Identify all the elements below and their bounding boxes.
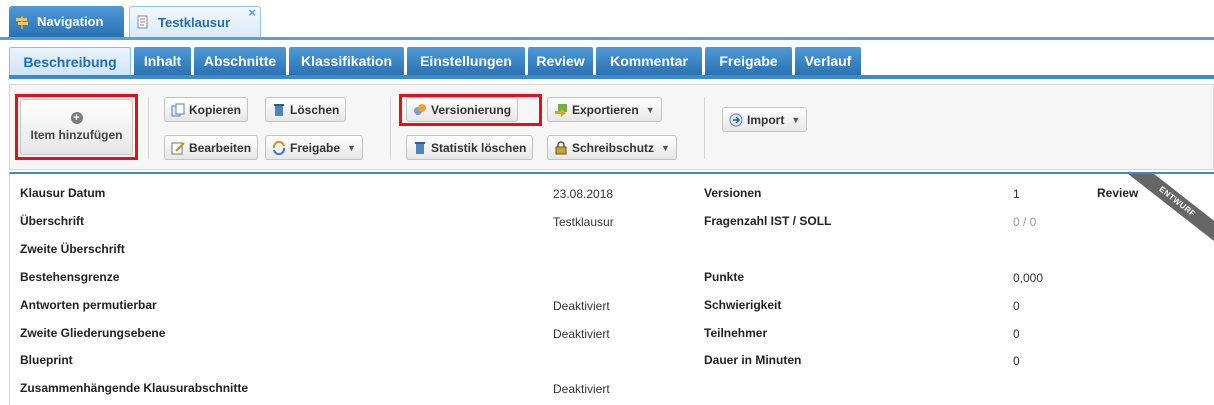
action-toolbar: + Item hinzufügen Kopieren Löschen Bearb… [9, 84, 1214, 170]
tab-beschreibung[interactable]: Beschreibung [9, 47, 131, 75]
detail-value: Deaktiviert [553, 382, 610, 396]
section-tab-bar: Beschreibung Inhalt Abschnitte Klassifik… [9, 47, 1214, 79]
release-dropdown[interactable]: Freigabe ▼ [265, 135, 363, 160]
refresh-icon [272, 140, 286, 155]
versioning-label: Versionierung [431, 102, 512, 117]
delete-statistics-button[interactable]: Statistik löschen [406, 135, 534, 160]
document-icon [136, 15, 150, 29]
chevron-down-icon: ▼ [645, 104, 655, 115]
versioning-icon [413, 103, 427, 117]
copy-icon [171, 103, 185, 117]
detail-value: 0 [1013, 299, 1020, 313]
chevron-down-icon: ▼ [791, 114, 801, 125]
delete-statistics-label: Statistik löschen [431, 140, 527, 155]
review-label: Review [1097, 186, 1139, 200]
detail-label: Versionen [704, 186, 762, 200]
tab-kommentar[interactable]: Kommentar [596, 47, 702, 75]
detail-label: Zweite Gliederungsebene [20, 326, 166, 340]
trash-icon [272, 103, 286, 117]
detail-value: 0,000 [1013, 271, 1044, 285]
tab-inhalt[interactable]: Inhalt [134, 47, 191, 75]
import-icon [729, 113, 743, 127]
edit-icon [171, 141, 185, 155]
write-protect-dropdown[interactable]: Schreibschutz ▼ [547, 135, 677, 160]
trash-icon [413, 141, 427, 155]
delete-button[interactable]: Löschen [265, 97, 347, 122]
detail-label: Zusammenhängende Klausurabschnitte [20, 381, 249, 395]
detail-label: Fragenzahl IST / SOLL [704, 214, 832, 228]
export-dropdown[interactable]: Exportieren ▼ [547, 97, 662, 122]
details-panel: Klausur Datum 23.08.2018 Überschrift Tes… [9, 172, 1214, 405]
delete-label: Löschen [290, 102, 340, 117]
detail-value: 0 / 0 [1013, 215, 1037, 229]
detail-value: 1 [1013, 187, 1020, 201]
tab-klassifikation[interactable]: Klassifikation [289, 47, 404, 75]
tab-testklausur[interactable]: Testklausur × [129, 5, 261, 37]
tab-freigabe[interactable]: Freigabe [705, 47, 792, 75]
import-dropdown[interactable]: Import ▼ [722, 107, 808, 132]
plus-icon: + [70, 112, 83, 124]
detail-label: Zweite Überschrift [20, 242, 125, 256]
detail-label: Blueprint [20, 353, 73, 367]
detail-label: Bestehensgrenze [20, 270, 120, 284]
edit-button[interactable]: Bearbeiten [164, 135, 259, 160]
detail-label: Überschrift [20, 214, 85, 228]
add-item-button[interactable]: + Item hinzufügen [20, 99, 133, 155]
tab-review[interactable]: Review [528, 47, 593, 75]
tab-verlauf[interactable]: Verlauf [795, 47, 861, 75]
copy-button[interactable]: Kopieren [164, 97, 249, 122]
detail-label: Antworten permutierbar [20, 298, 157, 312]
detail-value: 23.08.2018 [553, 187, 614, 201]
detail-value: Testklausur [553, 215, 614, 229]
signpost-icon [15, 15, 29, 29]
tab-abschnitte[interactable]: Abschnitte [194, 47, 286, 75]
export-icon [554, 103, 568, 117]
chevron-down-icon: ▼ [661, 142, 670, 153]
tab-navigation-label: Navigation [37, 14, 104, 29]
detail-value: 0 [1013, 354, 1020, 368]
copy-label: Kopieren [189, 102, 242, 117]
window-tab-bar: Navigation Testklausur × [0, 0, 1214, 40]
tab-einstellungen[interactable]: Einstellungen [407, 47, 525, 75]
release-label: Freigabe [290, 140, 341, 155]
toolbar-separator [704, 97, 705, 159]
detail-label: Teilnehmer [704, 326, 768, 340]
status-ribbon: ENTWURF [1112, 174, 1214, 255]
detail-label: Punkte [704, 270, 745, 284]
versioning-button[interactable]: Versionierung [406, 97, 519, 122]
toolbar-separator [148, 97, 149, 159]
tab-testklausur-label: Testklausur [158, 14, 231, 30]
edit-label: Bearbeiten [189, 140, 252, 155]
close-icon[interactable]: × [248, 5, 256, 20]
detail-value: Deaktiviert [553, 299, 610, 313]
toolbar-separator [390, 97, 391, 159]
write-protect-label: Schreibschutz [572, 140, 655, 155]
lock-icon [554, 140, 568, 155]
detail-label: Klausur Datum [20, 186, 106, 200]
export-label: Exportieren [572, 102, 639, 117]
import-label: Import [747, 112, 785, 127]
detail-value: 0 [1013, 327, 1020, 341]
detail-label: Schwierigkeit [704, 298, 782, 312]
detail-value: Deaktiviert [553, 327, 610, 341]
add-item-label: Item hinzufügen [30, 128, 123, 142]
detail-label: Dauer in Minuten [704, 353, 802, 367]
tab-navigation[interactable]: Navigation [9, 6, 124, 37]
chevron-down-icon: ▼ [347, 142, 356, 153]
